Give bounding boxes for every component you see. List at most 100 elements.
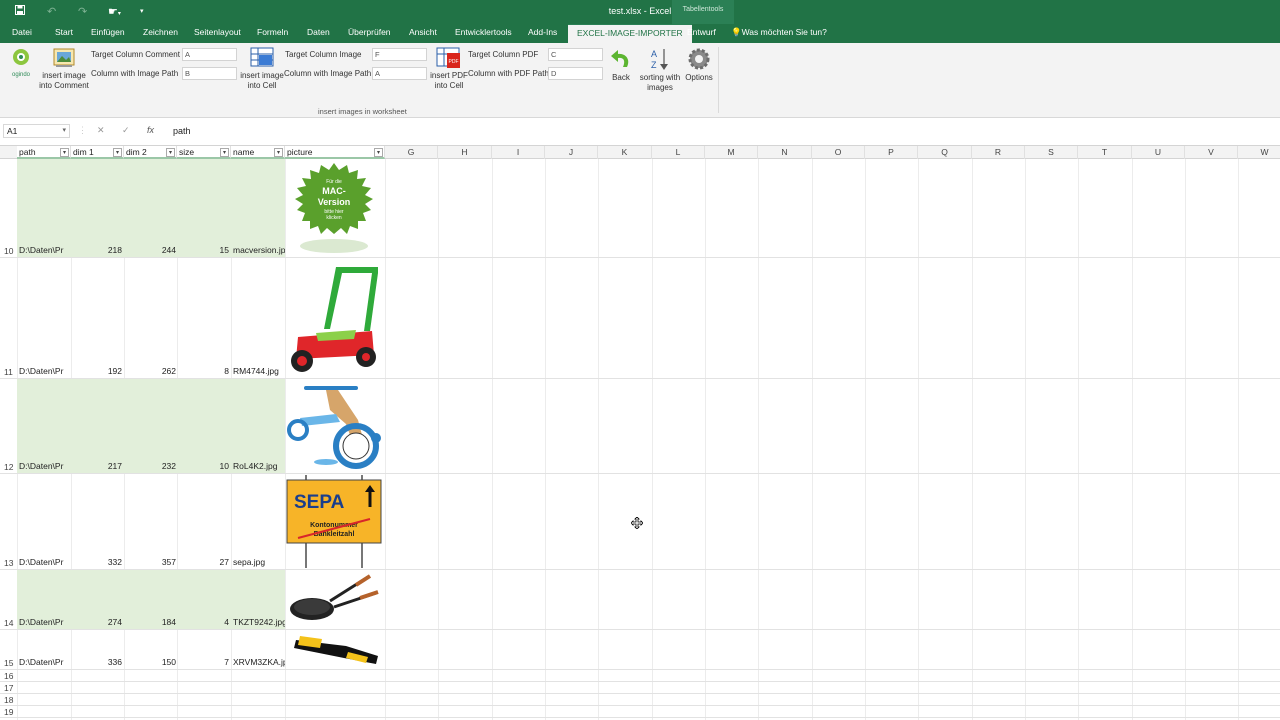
cell-dim1[interactable]: 217 xyxy=(71,461,122,472)
cell-dim1[interactable]: 332 xyxy=(71,557,122,568)
cell-name[interactable]: TKZT9242.jpg xyxy=(233,617,285,628)
header-path[interactable]: path ▾ xyxy=(17,146,71,159)
column-header-r[interactable]: R xyxy=(972,146,1025,159)
header-dim1[interactable]: dim 1 ▾ xyxy=(71,146,124,159)
tab-datei[interactable]: Datei xyxy=(12,24,32,43)
cell-size[interactable]: 27 xyxy=(177,557,229,568)
sorting-with-images-button[interactable]: A Z sorting with images xyxy=(637,47,683,93)
header-picture[interactable]: picture ▾ xyxy=(285,146,385,159)
row-number[interactable]: 15 xyxy=(0,658,17,668)
insert-pdf-into-cell-button[interactable]: PDF insert PDF into Cell xyxy=(426,47,472,91)
cell-path[interactable]: D:\Daten\Pr xyxy=(19,657,70,668)
insert-image-into-cell-button[interactable]: insert image into Cell xyxy=(238,47,286,91)
column-header-m[interactable]: M xyxy=(705,146,758,159)
cell-dim2[interactable]: 357 xyxy=(124,557,176,568)
cell-dim2[interactable]: 244 xyxy=(124,245,176,256)
filter-dropdown-icon[interactable]: ▾ xyxy=(166,148,175,157)
cell-dim2[interactable]: 232 xyxy=(124,461,176,472)
column-header-h[interactable]: H xyxy=(438,146,492,159)
cell-size[interactable]: 4 xyxy=(177,617,229,628)
cell-size[interactable]: 8 xyxy=(177,366,229,377)
row-number[interactable]: 11 xyxy=(0,367,17,377)
formula-input[interactable]: path xyxy=(173,126,191,136)
cell-path[interactable]: D:\Daten\Pr xyxy=(19,245,70,256)
cell-name[interactable]: RM4744.jpg xyxy=(233,366,285,377)
cell-dim2[interactable]: 184 xyxy=(124,617,176,628)
tab-seitenlayout[interactable]: Seitenlayout xyxy=(194,24,241,43)
row-number[interactable]: 17 xyxy=(0,683,17,693)
tab-ueberpruefen[interactable]: Überprüfen xyxy=(348,24,391,43)
target-column-image-field[interactable]: F xyxy=(372,48,427,61)
cell-dim2[interactable]: 262 xyxy=(124,366,176,377)
row-number[interactable]: 14 xyxy=(0,618,17,628)
column-image-path-field-1[interactable]: B xyxy=(182,67,237,80)
tab-add-ins[interactable]: Add-Ins xyxy=(528,24,557,43)
cell-path[interactable]: D:\Daten\Pr xyxy=(19,461,70,472)
column-header-k[interactable]: K xyxy=(598,146,652,159)
cell-dim1[interactable]: 274 xyxy=(71,617,122,628)
tab-formeln[interactable]: Formeln xyxy=(257,24,288,43)
insert-function-icon[interactable]: fx xyxy=(147,125,154,135)
column-header-n[interactable]: N xyxy=(758,146,812,159)
row-number[interactable]: 18 xyxy=(0,695,17,705)
lawnmower-image[interactable] xyxy=(286,259,383,377)
filter-dropdown-icon[interactable]: ▾ xyxy=(60,148,69,157)
column-header-w[interactable]: W xyxy=(1238,146,1280,159)
column-header-p[interactable]: P xyxy=(865,146,918,159)
enter-icon[interactable]: ✓ xyxy=(122,125,130,136)
column-header-o[interactable]: O xyxy=(812,146,865,159)
filter-dropdown-icon[interactable]: ▾ xyxy=(113,148,122,157)
column-header-s[interactable]: S xyxy=(1025,146,1078,159)
tab-ansicht[interactable]: Ansicht xyxy=(409,24,437,43)
mac-version-image[interactable]: Für die MAC- Version bitte hier klicken xyxy=(286,161,383,256)
column-pdf-path-field[interactable]: D xyxy=(548,67,603,80)
filter-dropdown-icon[interactable]: ▾ xyxy=(274,148,283,157)
header-size[interactable]: size ▾ xyxy=(177,146,231,159)
tab-excel-image-importer[interactable]: EXCEL-IMAGE-IMPORTER xyxy=(568,24,692,43)
cell-dim1[interactable]: 192 xyxy=(71,366,122,377)
cell-path[interactable]: D:\Daten\Pr xyxy=(19,366,70,377)
cell-dim1[interactable]: 218 xyxy=(71,245,122,256)
sepa-sign-image[interactable]: SEPA Kontonummer Bankleitzahl xyxy=(286,475,383,568)
tab-start[interactable]: Start xyxy=(55,24,73,43)
cell-path[interactable]: D:\Daten\Pr xyxy=(19,617,70,628)
header-name[interactable]: name ▾ xyxy=(231,146,285,159)
cell-name[interactable]: XRVM3ZKA.jp xyxy=(233,657,285,668)
header-dim2[interactable]: dim 2 ▾ xyxy=(124,146,177,159)
filter-dropdown-icon[interactable]: ▾ xyxy=(374,148,383,157)
chevron-down-icon[interactable]: ▾ xyxy=(62,125,66,137)
column-header-v[interactable]: V xyxy=(1185,146,1238,159)
column-header-u[interactable]: U xyxy=(1132,146,1185,159)
cell-name[interactable]: macversion.jp xyxy=(233,245,285,256)
row-number[interactable]: 12 xyxy=(0,462,17,472)
cell-dim2[interactable]: 150 xyxy=(124,657,176,668)
cell-dim1[interactable]: 336 xyxy=(71,657,122,668)
cell-size[interactable]: 15 xyxy=(177,245,229,256)
tab-einfuegen[interactable]: Einfügen xyxy=(91,24,125,43)
row-number[interactable]: 10 xyxy=(0,246,17,256)
options-button[interactable]: Options xyxy=(684,47,714,83)
column-image-path-field-2[interactable]: A xyxy=(372,67,427,80)
name-box[interactable]: A1 ▾ xyxy=(3,124,70,138)
target-column-comment-field[interactable]: A xyxy=(182,48,237,61)
column-header-i[interactable]: I xyxy=(492,146,545,159)
cell-size[interactable]: 10 xyxy=(177,461,229,472)
target-column-pdf-field[interactable]: C xyxy=(548,48,603,61)
column-header-j[interactable]: J xyxy=(545,146,598,159)
cell-path[interactable]: D:\Daten\Pr xyxy=(19,557,70,568)
tricycle-image[interactable] xyxy=(286,380,383,472)
spreadsheet-grid[interactable]: path ▾ dim 1 ▾ dim 2 ▾ size ▾ name ▾ picture ▾… xyxy=(0,146,1280,720)
back-button[interactable]: Back xyxy=(606,47,636,83)
insert-image-into-comment-button[interactable]: insert image into Comment xyxy=(36,47,92,91)
tab-entwurf[interactable]: Entwurf xyxy=(687,24,716,43)
cell-size[interactable]: 7 xyxy=(177,657,229,668)
row-number[interactable]: 13 xyxy=(0,558,17,568)
tab-entwicklertools[interactable]: Entwicklertools xyxy=(455,24,512,43)
tell-me-box[interactable]: 💡Was möchten Sie tun? xyxy=(731,24,827,43)
pans-image[interactable] xyxy=(286,571,383,628)
filter-dropdown-icon[interactable]: ▾ xyxy=(220,148,229,157)
row-number[interactable]: 19 xyxy=(0,707,17,717)
row-number[interactable]: 16 xyxy=(0,671,17,681)
column-header-l[interactable]: L xyxy=(652,146,705,159)
column-header-q[interactable]: Q xyxy=(918,146,972,159)
